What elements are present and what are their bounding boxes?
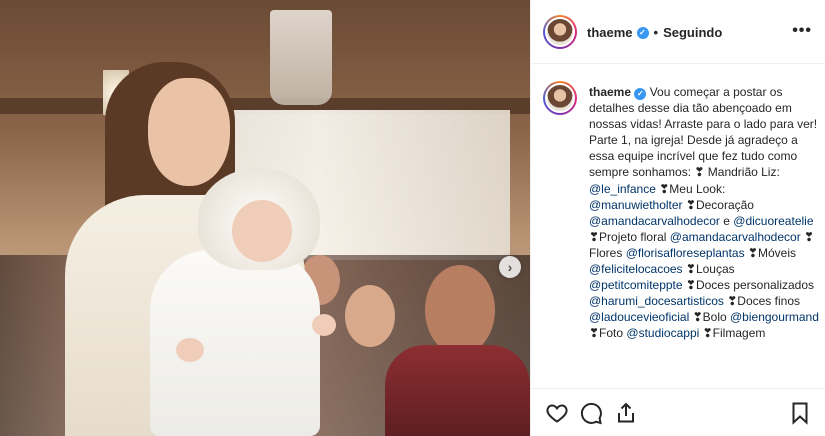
photo-guest-face	[425, 265, 495, 355]
mention-link[interactable]: @dicuoreatelie	[733, 214, 813, 228]
caption-segment: ❣Doces finos	[723, 294, 800, 309]
caption-text: Vou começar a postar os detalhes desse d…	[589, 85, 819, 340]
mention-link[interactable]: @le_infance	[589, 182, 656, 196]
post-actions-bar	[531, 388, 825, 436]
caption-segment: ❣Meu Look:	[655, 181, 726, 196]
mention-link[interactable]: @studiocappi	[626, 326, 699, 340]
comment-bubble-icon[interactable]	[579, 401, 603, 425]
caption-segment: ❣Móveis	[744, 245, 796, 260]
share-icon[interactable]	[614, 401, 638, 425]
photo-baby-hand	[312, 314, 336, 336]
mention-link[interactable]: @amandacarvalhodecor	[670, 230, 801, 244]
heart-icon[interactable]	[545, 401, 569, 425]
mention-link[interactable]: @harumi_docesartisticos	[589, 294, 724, 308]
more-options-icon[interactable]: •••	[792, 22, 812, 40]
caption-segment: ❣Louças	[682, 262, 735, 277]
mention-link[interactable]: @felicitelocacoes	[589, 262, 683, 276]
mention-link[interactable]: @ladoucevieoficial	[589, 310, 689, 324]
caption-segment: e	[719, 213, 734, 228]
photo-mother-face	[148, 78, 230, 186]
mention-link[interactable]: @amandacarvalhodecor	[589, 214, 720, 228]
caption-segment: ❣Decoração	[682, 197, 754, 212]
post-side-panel: thaeme ✓ • Seguindo ••• thaeme ✓ Vou com…	[530, 0, 825, 436]
separator-dot: •	[653, 25, 659, 40]
caption-segment: ❣Foto	[589, 326, 627, 341]
caption-segment: ❣Bolo	[689, 310, 730, 325]
post-photo[interactable]: ›	[0, 0, 530, 436]
carousel-next-button[interactable]: ›	[499, 256, 521, 278]
verified-badge-icon: ✓	[636, 26, 649, 39]
mention-link[interactable]: @biengourmand	[730, 310, 819, 324]
caption-segment: ❣Projeto floral	[589, 229, 670, 244]
avatar[interactable]	[543, 81, 577, 115]
mention-link[interactable]: @florisafloreseplantas	[626, 246, 745, 260]
caption-segment: ❣Filmagem	[699, 326, 766, 341]
bookmark-icon[interactable]	[788, 401, 812, 425]
photo-guest-face	[345, 285, 395, 347]
post-header-user: thaeme ✓ • Seguindo	[587, 25, 722, 40]
chevron-right-icon: ›	[507, 259, 513, 275]
post-caption: thaeme ✓ Vou começar a postar os detalhe…	[589, 84, 819, 342]
caption-segment: ❣Doces personalizados	[682, 278, 815, 293]
mention-link[interactable]: @manuwietholter	[589, 198, 683, 212]
photo-baby-face	[232, 200, 292, 262]
avatar[interactable]	[543, 15, 577, 49]
comments-section: thaeme ✓ Vou começar a postar os detalhe…	[531, 65, 825, 387]
caption-segment: Vou começar a postar os detalhes desse d…	[589, 85, 818, 180]
following-button[interactable]: Seguindo	[663, 25, 722, 40]
photo-lantern	[270, 10, 332, 105]
username-link[interactable]: thaeme	[587, 25, 633, 40]
photo-baby-dress	[150, 250, 320, 436]
mention-link[interactable]: @petitcomiteppte	[589, 278, 683, 292]
photo-baby-hand	[176, 338, 204, 362]
verified-badge-icon: ✓	[634, 88, 647, 101]
caption-username-link[interactable]: thaeme	[589, 85, 631, 99]
photo-guest-dress	[385, 345, 530, 436]
post-header: thaeme ✓ • Seguindo •••	[531, 0, 825, 64]
